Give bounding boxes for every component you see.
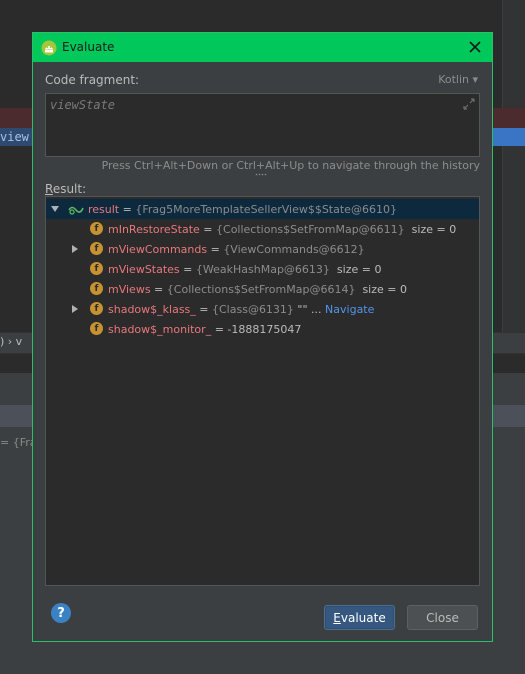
language-dropdown[interactable]: Kotlin ▾ bbox=[438, 73, 478, 86]
dialog-title: Evaluate bbox=[62, 40, 115, 54]
variable-extra: -1888175047 bbox=[227, 322, 302, 336]
tree-row-text: mViewCommands = {ViewCommands@6612} bbox=[108, 243, 365, 256]
variable-name: mViewStates bbox=[108, 262, 180, 276]
result-label: Result: bbox=[45, 182, 86, 196]
result-label-mnemonic: R bbox=[45, 182, 53, 196]
equals-sign: = bbox=[195, 302, 212, 316]
variable-extra: size = 0 bbox=[355, 282, 407, 296]
field-icon: f bbox=[90, 302, 103, 315]
tree-row-text: shadow$_monitor_ = -1888175047 bbox=[108, 323, 301, 336]
tree-row-mViewCommands[interactable]: f mViewCommands = {ViewCommands@6612} bbox=[46, 239, 479, 259]
tree-row-result[interactable]: result = {Frag5MoreTemplateSellerView$$S… bbox=[46, 199, 479, 219]
equals-sign: = bbox=[179, 262, 196, 276]
code-fragment-text[interactable]: viewState bbox=[50, 98, 115, 112]
variable-name: shadow$_klass_ bbox=[108, 302, 196, 316]
expand-icon[interactable] bbox=[463, 98, 475, 110]
field-icon: f bbox=[90, 242, 103, 255]
history-hint: Press Ctrl+Alt+Down or Ctrl+Alt+Up to na… bbox=[101, 159, 480, 172]
collapse-arrow-icon[interactable] bbox=[50, 204, 60, 214]
variable-value: {WeakHashMap@6613} bbox=[195, 262, 330, 276]
equals-sign: = bbox=[211, 322, 228, 336]
equals-sign: = bbox=[199, 222, 217, 236]
navigate-link[interactable]: Navigate bbox=[325, 303, 374, 316]
expand-arrow-icon[interactable] bbox=[70, 244, 80, 254]
tree-row-mInRestoreState[interactable]: f mInRestoreState = {Collections$SetFrom… bbox=[46, 219, 479, 239]
variable-extra: size = 0 bbox=[329, 262, 382, 276]
result-tree[interactable]: result = {Frag5MoreTemplateSellerView$$S… bbox=[45, 196, 480, 586]
equals-sign: = bbox=[150, 282, 167, 296]
close-icon[interactable] bbox=[466, 38, 484, 56]
variable-extra: "" ... bbox=[293, 302, 326, 316]
code-fragment-editor[interactable]: viewState bbox=[45, 93, 480, 157]
variable-name: mViews bbox=[108, 282, 151, 296]
variable-value: {Collections$SetFromMap@6614} bbox=[166, 282, 356, 296]
field-icon: f bbox=[90, 262, 103, 275]
code-fragment-label: Code fragment: bbox=[45, 73, 140, 87]
help-icon[interactable]: ? bbox=[51, 603, 71, 623]
evaluate-label-rest: valuate bbox=[340, 610, 386, 625]
variable-value: {Collections$SetFromMap@6611} bbox=[216, 222, 405, 236]
equals-sign: = bbox=[207, 242, 224, 256]
editor-code-fragment: view bbox=[0, 130, 29, 144]
tree-row-text: result = {Frag5MoreTemplateSellerView$$S… bbox=[88, 203, 397, 216]
tree-row-shadow-monitor[interactable]: f shadow$_monitor_ = -1888175047 bbox=[46, 319, 479, 339]
variable-value: {ViewCommands@6612} bbox=[223, 242, 365, 256]
variable-value: {Class@6131} bbox=[212, 302, 294, 316]
android-icon bbox=[41, 40, 57, 56]
variable-name: result bbox=[88, 202, 120, 216]
navigation-breadcrumb[interactable]: ) › v bbox=[0, 335, 22, 348]
evaluate-dialog: Evaluate Code fragment: Kotlin ▾ viewSta… bbox=[32, 32, 493, 642]
editor-scrollbar-gutter bbox=[502, 0, 525, 332]
tree-row-text: mInRestoreState = {Collections$SetFromMa… bbox=[108, 223, 456, 236]
field-icon: f bbox=[90, 282, 103, 295]
close-button[interactable]: Close bbox=[407, 605, 478, 630]
equals-sign: = bbox=[119, 202, 136, 216]
tree-row-mViews[interactable]: f mViews = {Collections$SetFromMap@6614}… bbox=[46, 279, 479, 299]
tree-row-mViewStates[interactable]: f mViewStates = {WeakHashMap@6613} size … bbox=[46, 259, 479, 279]
evaluate-mnemonic: E bbox=[333, 610, 341, 625]
field-icon: f bbox=[90, 222, 103, 235]
variable-value: {Frag5MoreTemplateSellerView$$State@6610… bbox=[135, 202, 397, 216]
variable-extra: size = 0 bbox=[404, 222, 457, 236]
tree-row-text: mViewStates = {WeakHashMap@6613} size = … bbox=[108, 263, 381, 276]
splitter-grip[interactable] bbox=[255, 173, 269, 176]
tree-row-shadow-klass[interactable]: f shadow$_klass_ = {Class@6131} "" ... N… bbox=[46, 299, 479, 319]
variable-name: shadow$_monitor_ bbox=[108, 322, 212, 336]
expand-arrow-icon[interactable] bbox=[70, 304, 80, 314]
tree-row-text: mViews = {Collections$SetFromMap@6614} s… bbox=[108, 283, 407, 296]
dialog-titlebar[interactable]: Evaluate bbox=[33, 33, 492, 62]
result-label-rest: esult: bbox=[52, 182, 87, 196]
field-icon: f bbox=[90, 322, 103, 335]
tree-row-text: shadow$_klass_ = {Class@6131} "" ... Nav… bbox=[108, 303, 374, 316]
watch-result-icon bbox=[68, 206, 84, 215]
variable-name: mViewCommands bbox=[108, 242, 208, 256]
evaluate-button[interactable]: Evaluate bbox=[324, 605, 395, 630]
variable-name: mInRestoreState bbox=[108, 222, 200, 236]
